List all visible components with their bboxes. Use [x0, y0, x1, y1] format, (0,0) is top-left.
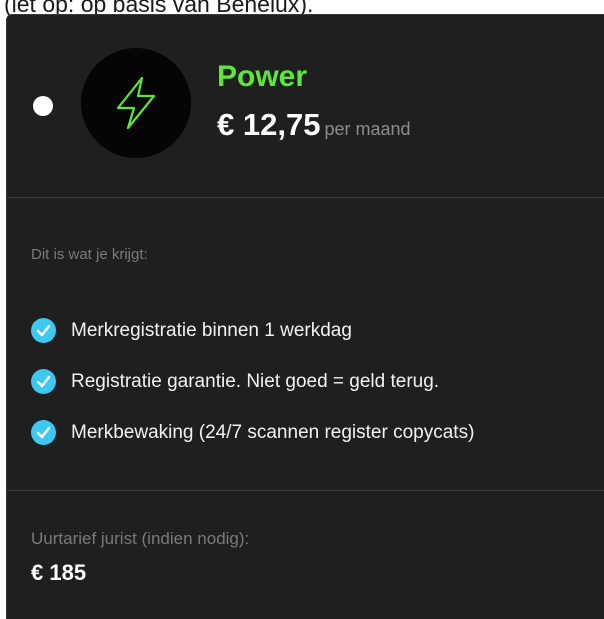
- feature-label: Merkregistratie binnen 1 werkdag: [71, 319, 352, 341]
- check-circle-icon: [31, 420, 56, 445]
- features-heading: Dit is wat je krijgt:: [31, 246, 148, 263]
- feature-list: Merkregistratie binnen 1 werkdag Registr…: [31, 305, 474, 458]
- list-item: Registratie garantie. Niet goed = geld t…: [31, 356, 474, 407]
- divider: [7, 490, 604, 491]
- price-row: € 12,75 per maand: [217, 105, 411, 151]
- divider: [7, 197, 604, 198]
- list-item: Merkregistratie binnen 1 werkdag: [31, 305, 474, 356]
- list-item: Merkbewaking (24/7 scannen register copy…: [31, 407, 474, 458]
- hourly-rate-value: € 185: [31, 560, 87, 585]
- feature-label: Registratie garantie. Niet goed = geld t…: [71, 370, 440, 392]
- plan-price: € 12,75: [217, 107, 321, 142]
- check-circle-icon: [31, 369, 56, 394]
- plan-name: Power: [217, 60, 308, 93]
- hourly-rate-label: Uurtarief jurist (indien nodig):: [31, 529, 250, 548]
- check-circle-icon: [31, 318, 56, 343]
- plan-radio-button[interactable]: [33, 96, 53, 116]
- page: (let op: op basis van Benelux). Power € …: [0, 0, 604, 619]
- plan-period: per maand: [324, 119, 411, 139]
- lightning-bolt-icon: [81, 48, 191, 158]
- feature-label: Merkbewaking (24/7 scannen register copy…: [71, 421, 475, 443]
- plan-card[interactable]: Power € 12,75 per maand Dit is wat je kri…: [6, 14, 604, 619]
